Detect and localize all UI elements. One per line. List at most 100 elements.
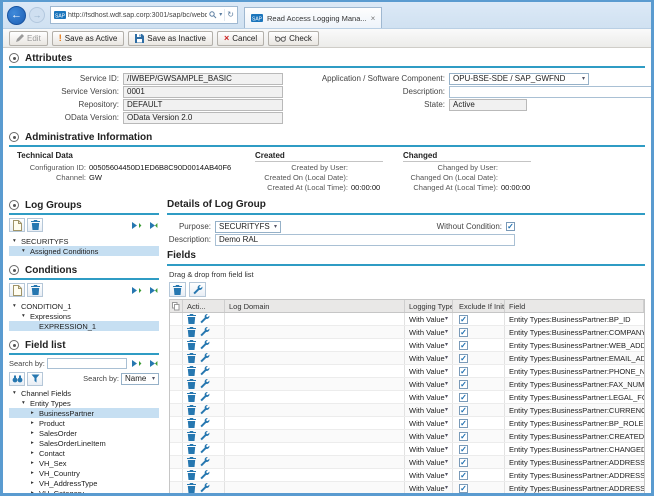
- log-domain-cell[interactable]: [225, 404, 405, 416]
- without-condition-checkbox[interactable]: ✓: [506, 222, 515, 231]
- edit-row-icon[interactable]: [200, 444, 210, 454]
- edit-row-icon[interactable]: [200, 379, 210, 389]
- edit-row-icon[interactable]: [200, 366, 210, 376]
- purpose-select[interactable]: SECURITYFS▾: [215, 221, 281, 233]
- log-domain-cell[interactable]: [225, 339, 405, 351]
- chevron-down-icon[interactable]: ▾: [22, 248, 30, 254]
- browser-tab[interactable]: SAP Read Access Logging Mana... ×: [244, 7, 382, 28]
- chevron-right-icon[interactable]: ▸: [31, 430, 39, 436]
- tree-item-vh-sex[interactable]: ▸VH_Sex: [9, 458, 159, 468]
- tree-item-vh-category[interactable]: ▸VH_Category: [9, 488, 159, 493]
- exclude-checkbox[interactable]: ✓: [459, 484, 468, 493]
- column-header-logging-type[interactable]: Logging Type: [405, 300, 453, 312]
- edit-row-icon[interactable]: [200, 405, 210, 415]
- search-by-select[interactable]: Name▾: [121, 373, 159, 385]
- drag-cell[interactable]: [170, 391, 183, 403]
- settings-field-button[interactable]: [189, 282, 206, 297]
- search-input[interactable]: [47, 358, 127, 369]
- tree-item-contact[interactable]: ▸Contact: [9, 448, 159, 458]
- delete-row-icon[interactable]: [187, 431, 196, 441]
- exclude-checkbox[interactable]: ✓: [459, 406, 468, 415]
- chevron-down-icon[interactable]: ▾: [13, 390, 21, 396]
- section-toggle-icon[interactable]: [9, 53, 19, 63]
- column-header-actions[interactable]: Acti...: [183, 300, 225, 312]
- tree-item-expression-1[interactable]: EXPRESSION_1: [9, 321, 159, 331]
- delete-row-icon[interactable]: [187, 314, 196, 324]
- exclude-checkbox[interactable]: ✓: [459, 393, 468, 402]
- tree-item-salesorderlineitem[interactable]: ▸SalesOrderLineItem: [9, 438, 159, 448]
- edit-row-icon[interactable]: [200, 353, 210, 363]
- delete-row-icon[interactable]: [187, 470, 196, 480]
- edit-row-icon[interactable]: [200, 418, 210, 428]
- delete-row-icon[interactable]: [187, 340, 196, 350]
- tree-item-entity-types[interactable]: ▾Entity Types: [9, 398, 159, 408]
- tree-item-expressions[interactable]: ▾Expressions: [9, 311, 159, 321]
- chevron-right-icon[interactable]: ▸: [31, 410, 39, 416]
- exclude-checkbox[interactable]: ✓: [459, 367, 468, 376]
- logging-type-select[interactable]: With Value▾: [405, 339, 453, 351]
- logging-type-select[interactable]: With Value▾: [405, 404, 453, 416]
- edit-row-icon[interactable]: [200, 327, 210, 337]
- cancel-button[interactable]: × Cancel: [217, 31, 264, 46]
- exclude-checkbox[interactable]: ✓: [459, 419, 468, 428]
- log-domain-cell[interactable]: [225, 482, 405, 493]
- column-header-exclude[interactable]: Exclude If Initial: [453, 300, 505, 312]
- log-domain-cell[interactable]: [225, 352, 405, 364]
- delete-row-icon[interactable]: [187, 327, 196, 337]
- delete-row-icon[interactable]: [187, 392, 196, 402]
- logging-type-select[interactable]: With Value▾: [405, 378, 453, 390]
- collapse-all-icon[interactable]: [145, 284, 159, 296]
- log-domain-cell[interactable]: [225, 365, 405, 377]
- chevron-right-icon[interactable]: ▸: [31, 490, 39, 493]
- log-domain-cell[interactable]: [225, 430, 405, 442]
- close-icon[interactable]: ×: [371, 14, 376, 23]
- exclude-checkbox[interactable]: ✓: [459, 315, 468, 324]
- log-domain-cell[interactable]: [225, 326, 405, 338]
- exclude-checkbox[interactable]: ✓: [459, 341, 468, 350]
- section-toggle-icon[interactable]: [9, 132, 19, 142]
- tree-item-businesspartner[interactable]: ▸BusinessPartner: [9, 408, 159, 418]
- edit-button[interactable]: Edit: [9, 31, 48, 46]
- logging-type-select[interactable]: With Value▾: [405, 313, 453, 325]
- edit-row-icon[interactable]: [200, 431, 210, 441]
- chevron-down-icon[interactable]: ▾: [22, 313, 30, 319]
- check-button[interactable]: Check: [268, 31, 319, 46]
- logging-type-select[interactable]: With Value▾: [405, 482, 453, 493]
- exclude-checkbox[interactable]: ✓: [459, 445, 468, 454]
- drag-cell[interactable]: [170, 443, 183, 455]
- edit-row-icon[interactable]: [200, 314, 210, 324]
- delete-row-icon[interactable]: [187, 366, 196, 376]
- log-domain-cell[interactable]: [225, 469, 405, 481]
- logging-type-select[interactable]: With Value▾: [405, 469, 453, 481]
- section-toggle-icon[interactable]: [9, 200, 19, 210]
- chevron-right-icon[interactable]: ▸: [31, 460, 39, 466]
- chevron-right-icon[interactable]: ▸: [31, 470, 39, 476]
- chevron-down-icon[interactable]: ▾: [13, 238, 21, 244]
- lg-description-input[interactable]: Demo RAL: [215, 234, 515, 246]
- edit-row-icon[interactable]: [200, 392, 210, 402]
- log-domain-cell[interactable]: [225, 417, 405, 429]
- find-button[interactable]: [9, 372, 25, 386]
- logging-type-select[interactable]: With Value▾: [405, 365, 453, 377]
- description-input[interactable]: [449, 86, 651, 98]
- edit-row-icon[interactable]: [200, 483, 210, 493]
- drag-cell[interactable]: [170, 352, 183, 364]
- chevron-right-icon[interactable]: ▸: [31, 480, 39, 486]
- drag-cell[interactable]: [170, 469, 183, 481]
- drag-cell[interactable]: [170, 430, 183, 442]
- url-text[interactable]: http://fsdhost.wdf.sap.corp:3001/sap/bc/…: [68, 12, 207, 19]
- edit-row-icon[interactable]: [200, 340, 210, 350]
- exclude-checkbox[interactable]: ✓: [459, 380, 468, 389]
- chevron-down-icon[interactable]: ▾: [219, 11, 222, 19]
- logging-type-select[interactable]: With Value▾: [405, 456, 453, 468]
- delete-row-icon[interactable]: [187, 483, 196, 493]
- delete-row-icon[interactable]: [187, 353, 196, 363]
- search-icon[interactable]: [209, 11, 217, 19]
- expand-all-icon[interactable]: [129, 219, 143, 231]
- tree-item-channel-fields[interactable]: ▾Channel Fields: [9, 388, 159, 398]
- tree-item-product[interactable]: ▸Product: [9, 418, 159, 428]
- exclude-checkbox[interactable]: ✓: [459, 458, 468, 467]
- column-header-log-domain[interactable]: Log Domain: [225, 300, 405, 312]
- chevron-down-icon[interactable]: ▾: [22, 400, 30, 406]
- tree-item-vh-addresstype[interactable]: ▸VH_AddressType: [9, 478, 159, 488]
